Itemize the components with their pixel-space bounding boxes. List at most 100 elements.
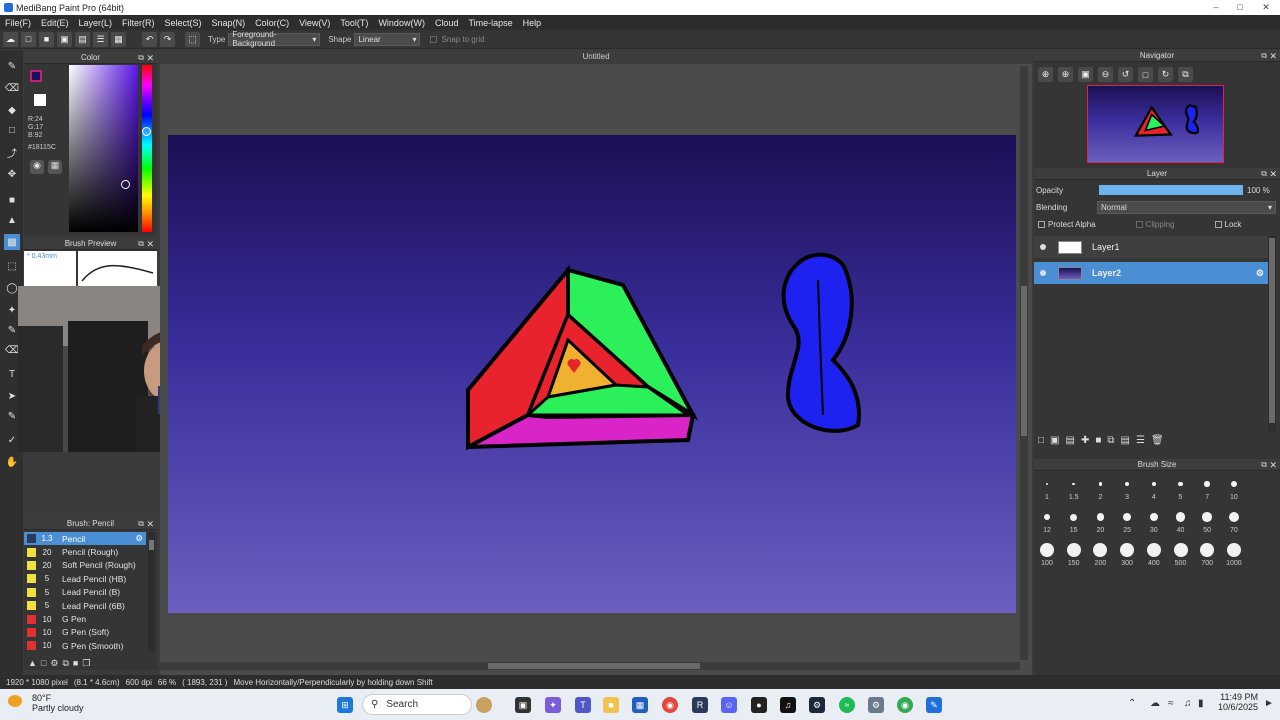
- list-icon[interactable]: ☰: [93, 31, 108, 47]
- maximize-button[interactable]: □: [1228, 0, 1252, 15]
- hue-handle[interactable]: [142, 127, 151, 136]
- brush-size-option[interactable]: 300: [1114, 542, 1140, 567]
- duplicate-icon[interactable]: ⧉: [62, 658, 68, 669]
- minimize-button[interactable]: –: [1204, 0, 1228, 15]
- brush-list-item[interactable]: 20 Pencil (Rough): [24, 545, 146, 558]
- clock[interactable]: 11:49 PM 10/6/2025: [1210, 692, 1258, 712]
- tiktok-icon[interactable]: ♫: [780, 697, 796, 713]
- close-icon[interactable]: ✕: [1269, 168, 1277, 180]
- layer-row[interactable]: Layer1: [1034, 236, 1268, 258]
- zoom-in-small-icon[interactable]: ⊕: [1058, 67, 1073, 82]
- brush-list-item[interactable]: 10 G Pen: [24, 612, 146, 625]
- task-view-icon[interactable]: ▣: [515, 697, 531, 713]
- new-file-icon[interactable]: □: [21, 31, 36, 47]
- copy-icon[interactable]: ❐: [82, 658, 90, 669]
- rotate-left-icon[interactable]: ↺: [1118, 67, 1133, 82]
- move-tool-icon[interactable]: ✥: [4, 166, 20, 182]
- scrollbar-thumb[interactable]: [1269, 238, 1275, 423]
- rect-shape-icon[interactable]: □: [4, 122, 20, 138]
- medibang-taskbar-icon[interactable]: ✎: [926, 697, 942, 713]
- close-icon[interactable]: ✕: [146, 238, 154, 250]
- gradient-tool-icon[interactable]: ▩: [4, 234, 20, 250]
- layer-row-selected[interactable]: Layer2 ⚙: [1034, 262, 1268, 284]
- menu-layer[interactable]: Layer(L): [74, 18, 118, 28]
- brush-settings-icon[interactable]: ⚙: [50, 658, 58, 669]
- export-icon[interactable]: ▤: [75, 31, 90, 47]
- shape-select[interactable]: Linear ▾: [354, 32, 421, 46]
- menu-tool[interactable]: Tool(T): [335, 18, 373, 28]
- teams-icon[interactable]: T: [575, 697, 591, 713]
- actual-size-icon[interactable]: □: [1138, 67, 1153, 82]
- menu-color[interactable]: Color(C): [250, 18, 294, 28]
- layer-scrollbar[interactable]: [1268, 236, 1276, 431]
- vertical-scrollbar[interactable]: [1020, 66, 1028, 660]
- zoom-out-icon[interactable]: ⊖: [1098, 67, 1113, 82]
- duplicate-layer-icon[interactable]: ⧉: [1107, 435, 1114, 446]
- brush-list-item[interactable]: 5 Lead Pencil (HB): [24, 572, 146, 585]
- horizontal-scrollbar[interactable]: [160, 662, 1020, 670]
- menu-help[interactable]: Help: [518, 18, 547, 28]
- folder-icon[interactable]: ■: [1095, 435, 1101, 446]
- undock-icon[interactable]: ⧉: [1261, 168, 1267, 180]
- hue-slider[interactable]: [142, 65, 152, 232]
- brush-size-option[interactable]: 5: [1168, 476, 1194, 501]
- undock-icon[interactable]: ⧉: [1261, 50, 1267, 62]
- upload-icon[interactable]: ▲: [28, 658, 37, 668]
- undock-icon[interactable]: ⧉: [138, 52, 144, 64]
- brush-size-option[interactable]: 10: [1221, 476, 1247, 501]
- weather-icon[interactable]: [8, 695, 22, 707]
- flip-icon[interactable]: ⧉: [1178, 67, 1193, 82]
- visibility-icon[interactable]: [1040, 244, 1046, 250]
- brush-size-option[interactable]: 12: [1034, 509, 1060, 534]
- menu-filter[interactable]: Filter(R): [117, 18, 160, 28]
- scrollbar-thumb[interactable]: [149, 540, 154, 550]
- brush-size-option[interactable]: 7: [1194, 476, 1220, 501]
- close-icon[interactable]: ✕: [1269, 50, 1277, 62]
- undo-icon[interactable]: ↶: [142, 31, 157, 47]
- volume-icon[interactable]: ♫: [1184, 698, 1192, 709]
- taskbar-search[interactable]: ⚲ Search: [362, 694, 472, 715]
- brush-size-option[interactable]: 30: [1141, 509, 1167, 534]
- delete-layer-icon[interactable]: 🗑: [1151, 435, 1164, 446]
- close-button[interactable]: ✕: [1254, 0, 1278, 15]
- discord-icon[interactable]: ☺: [721, 697, 737, 713]
- type-select[interactable]: Foreground-Background ▾: [228, 30, 321, 48]
- brush-size-option[interactable]: 70: [1221, 509, 1247, 534]
- windows-start-icon[interactable]: ⊞: [337, 697, 353, 713]
- brush-size-option[interactable]: 1.5: [1061, 476, 1087, 501]
- brush-list-item[interactable]: 5 Lead Pencil (6B): [24, 599, 146, 612]
- layer-properties-icon[interactable]: ☰: [1136, 435, 1145, 446]
- copilot-icon[interactable]: ✦: [545, 697, 561, 713]
- brush-size-option[interactable]: 700: [1194, 542, 1220, 567]
- brush-size-option[interactable]: 1000: [1221, 542, 1247, 567]
- snap-checkbox[interactable]: [430, 35, 438, 43]
- save-icon[interactable]: ▣: [57, 31, 72, 47]
- brush-list-item[interactable]: 1.3 Pencil ⚙: [24, 532, 146, 546]
- background-color-swatch[interactable]: [34, 94, 46, 106]
- drawing-canvas[interactable]: [168, 135, 1016, 613]
- brush-size-option[interactable]: 150: [1061, 542, 1087, 567]
- widget-avatar-icon[interactable]: [476, 697, 492, 713]
- foreground-color-swatch[interactable]: [30, 70, 42, 82]
- file-explorer-icon[interactable]: ■: [603, 697, 619, 713]
- lock-checkbox[interactable]: [1214, 221, 1222, 228]
- saturation-value-picker[interactable]: [69, 65, 138, 232]
- battery-icon[interactable]: ▮: [1198, 698, 1204, 709]
- folder-icon[interactable]: ■: [73, 658, 78, 668]
- brush-size-option[interactable]: 400: [1141, 542, 1167, 567]
- open-file-icon[interactable]: ■: [39, 31, 54, 47]
- line-tool-icon[interactable]: ⤴: [4, 144, 20, 160]
- brush-size-option[interactable]: 4: [1141, 476, 1167, 501]
- grid-icon[interactable]: ▦: [111, 31, 126, 47]
- close-icon[interactable]: ✕: [1269, 459, 1277, 471]
- navigator-thumbnail[interactable]: [1087, 85, 1224, 163]
- select-rect-icon[interactable]: ⬚: [4, 258, 20, 274]
- notification-bell-icon[interactable]: ►: [1264, 698, 1274, 709]
- document-tab[interactable]: Untitled: [160, 50, 1032, 64]
- new-halftone-layer-icon[interactable]: ▣: [1050, 435, 1059, 446]
- opacity-slider[interactable]: [1099, 185, 1243, 195]
- brush-size-option[interactable]: 15: [1061, 509, 1087, 534]
- brush-size-option[interactable]: 25: [1114, 509, 1140, 534]
- cloud-icon[interactable]: ☁: [3, 31, 18, 47]
- browser-icon[interactable]: ◉: [897, 697, 913, 713]
